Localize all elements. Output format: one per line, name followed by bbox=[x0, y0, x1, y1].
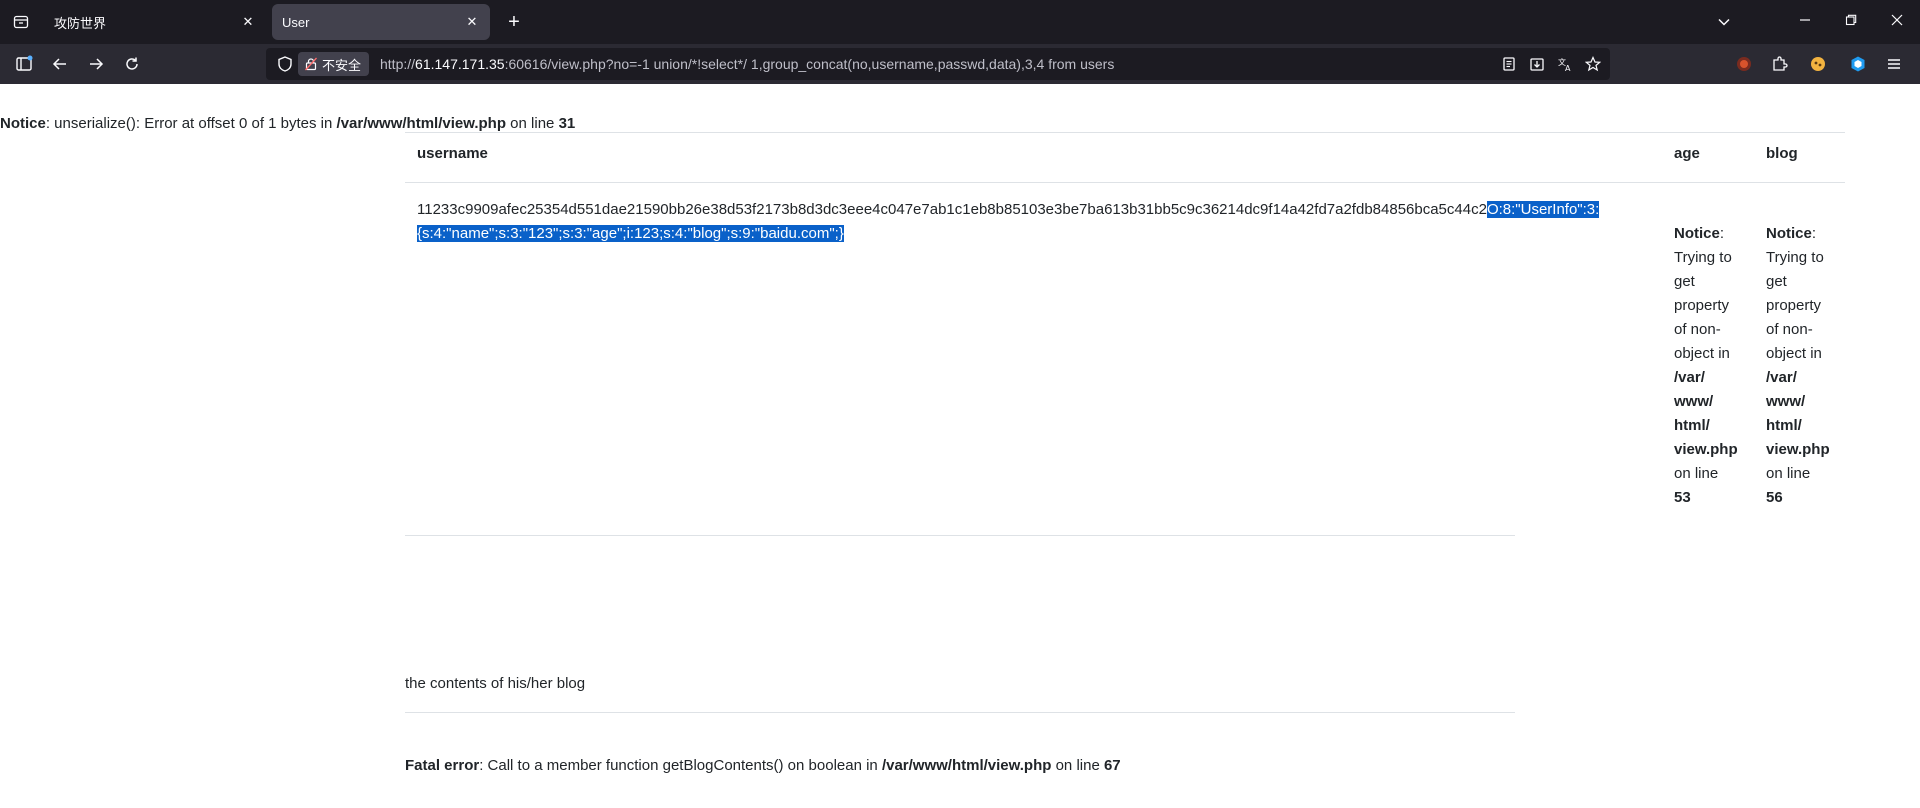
navigation-toolbar: 不安全 http://61.147.171.35:60616/view.php?… bbox=[0, 44, 1920, 84]
blog-notice: Notice: Trying to get property of non- o… bbox=[1766, 222, 1846, 510]
notice-path: view.php bbox=[1766, 441, 1830, 458]
extension-icon[interactable] bbox=[1808, 54, 1828, 74]
window-close-icon[interactable] bbox=[1874, 0, 1920, 40]
security-label: 不安全 bbox=[322, 57, 362, 73]
fatal-label: Fatal error bbox=[405, 757, 480, 774]
plus-icon[interactable]: + bbox=[500, 8, 528, 36]
tab-panel-icon[interactable] bbox=[8, 8, 34, 36]
notice-label: Notice bbox=[1766, 225, 1812, 242]
notice-text: get bbox=[1766, 273, 1787, 290]
table-divider bbox=[405, 182, 1845, 183]
shield-icon[interactable] bbox=[276, 55, 294, 73]
notice-text: property bbox=[1674, 297, 1730, 314]
fatal-error: Fatal error: Call to a member function g… bbox=[405, 754, 1121, 778]
notice-text: Trying to bbox=[1766, 249, 1824, 266]
tab-gongfang[interactable]: 攻防世界 ✕ bbox=[44, 4, 266, 40]
notice-text: get bbox=[1674, 273, 1695, 290]
tab-user[interactable]: User ✕ bbox=[272, 4, 490, 40]
page-content: Notice: unserialize(): Error at offset 0… bbox=[0, 84, 1920, 808]
tab-title: 攻防世界 bbox=[54, 15, 107, 31]
extension-icon[interactable] bbox=[1734, 54, 1754, 74]
notice-path: /var/ bbox=[1674, 369, 1705, 386]
notice-text: property bbox=[1766, 297, 1822, 314]
lock-slash-icon bbox=[305, 57, 317, 71]
download-icon[interactable] bbox=[1528, 55, 1546, 73]
notice-path: view.php bbox=[1674, 441, 1738, 458]
notice-text: of non- bbox=[1674, 321, 1721, 338]
tab-title: User bbox=[282, 14, 310, 30]
table-divider bbox=[405, 535, 1515, 536]
notice-path: html/ bbox=[1766, 417, 1802, 434]
column-header-age: age bbox=[1674, 145, 1700, 162]
notice-text: Trying to bbox=[1674, 249, 1732, 266]
notice-line: 56 bbox=[1766, 489, 1783, 506]
fatal-text: on line bbox=[1051, 757, 1104, 774]
svg-text:A: A bbox=[1565, 64, 1571, 72]
url-host: 61.147.171.35 bbox=[415, 56, 505, 72]
notice-path: html/ bbox=[1674, 417, 1710, 434]
notice-text: object in bbox=[1674, 345, 1730, 362]
notice-path: /var/ bbox=[1766, 369, 1797, 386]
notice-label: Notice bbox=[0, 115, 46, 132]
column-header-blog: blog bbox=[1766, 145, 1798, 162]
url-prefix: http:// bbox=[380, 56, 416, 72]
reload-icon[interactable] bbox=[118, 50, 146, 78]
notice-text: object in bbox=[1766, 345, 1822, 362]
close-icon[interactable]: ✕ bbox=[460, 10, 484, 34]
reader-view-icon[interactable] bbox=[1500, 55, 1518, 73]
bookmark-star-icon[interactable] bbox=[1584, 55, 1602, 73]
close-icon[interactable]: ✕ bbox=[236, 10, 260, 34]
notice-text: of non- bbox=[1766, 321, 1813, 338]
security-indicator[interactable]: 不安全 bbox=[298, 52, 370, 76]
username-hash: 11233c9909afec25354d551dae21590bb26e38d5… bbox=[417, 201, 1487, 218]
sidebar-icon[interactable] bbox=[10, 50, 38, 78]
notice-line: 53 bbox=[1674, 489, 1691, 506]
restore-icon[interactable] bbox=[1828, 0, 1874, 40]
tab-bar: 攻防世界 ✕ User ✕ + bbox=[0, 0, 1920, 44]
puzzle-icon[interactable] bbox=[1770, 54, 1790, 74]
extension-icon[interactable] bbox=[1848, 54, 1868, 74]
notice-path: www/ bbox=[1674, 393, 1714, 410]
fatal-path: /var/www/html/view.php bbox=[881, 757, 1052, 774]
notice-text: on line bbox=[1766, 465, 1811, 482]
table-divider bbox=[405, 132, 1845, 133]
forward-arrow-icon[interactable] bbox=[82, 50, 110, 78]
url-text[interactable]: http://61.147.171.35:60616/view.php?no=-… bbox=[380, 56, 1114, 72]
url-rest: :60616/view.php?no=-1 union/*!select*/ 1… bbox=[504, 56, 1115, 72]
notice-line: 31 bbox=[558, 115, 576, 132]
notice-text: on line bbox=[506, 115, 559, 132]
menu-icon[interactable] bbox=[1884, 54, 1904, 74]
column-header-username: username bbox=[417, 145, 488, 162]
username-cell: 11233c9909afec25354d551dae21590bb26e38d5… bbox=[417, 198, 1653, 246]
age-notice: Notice: Trying to get property of non- o… bbox=[1674, 222, 1754, 510]
fatal-text: : Call to a member function getBlogConte… bbox=[479, 757, 882, 774]
translate-icon[interactable]: 文A bbox=[1556, 55, 1574, 73]
fatal-line: 67 bbox=[1103, 757, 1121, 774]
notice-text: : unserialize(): Error at offset 0 of 1 … bbox=[45, 115, 337, 132]
chevron-down-icon[interactable] bbox=[1710, 8, 1738, 36]
minimize-icon[interactable] bbox=[1782, 0, 1828, 40]
blog-contents-text: the contents of his/her blog bbox=[405, 675, 586, 692]
back-arrow-icon[interactable] bbox=[46, 50, 74, 78]
notice-path: www/ bbox=[1766, 393, 1806, 410]
blog-divider bbox=[405, 712, 1515, 713]
notice-text: on line bbox=[1674, 465, 1719, 482]
url-bar[interactable]: 不安全 http://61.147.171.35:60616/view.php?… bbox=[266, 48, 1610, 80]
notice-path: /var/www/html/view.php bbox=[336, 115, 507, 132]
notice-label: Notice bbox=[1674, 225, 1720, 242]
